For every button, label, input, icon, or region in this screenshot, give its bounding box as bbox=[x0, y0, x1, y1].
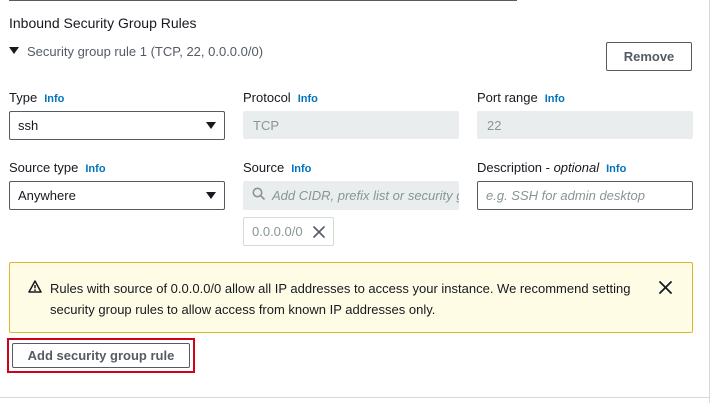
description-info-link[interactable]: Info bbox=[606, 163, 626, 175]
port-range-label-text: Port range bbox=[477, 90, 538, 105]
source-search-input[interactable]: Add CIDR, prefix list or security g bbox=[243, 181, 459, 210]
type-info-link[interactable]: Info bbox=[44, 93, 64, 105]
right-divider bbox=[709, 0, 710, 403]
source-type-label-text: Source type bbox=[9, 160, 79, 175]
source-token: 0.0.0.0/0 bbox=[243, 217, 334, 246]
source-token-label: 0.0.0.0/0 bbox=[252, 224, 303, 239]
protocol-label-text: Protocol bbox=[243, 90, 291, 105]
rule-header-text: Security group rule 1 (TCP, 22, 0.0.0.0/… bbox=[27, 44, 264, 59]
port-range-label: Port range Info bbox=[477, 90, 565, 105]
source-info-link[interactable]: Info bbox=[291, 163, 311, 175]
close-icon[interactable] bbox=[659, 281, 672, 299]
warning-alert: Rules with source of 0.0.0.0/0 allow all… bbox=[9, 262, 693, 333]
bottom-divider bbox=[0, 397, 709, 398]
source-type-info-link[interactable]: Info bbox=[85, 163, 105, 175]
source-label-text: Source bbox=[243, 160, 285, 175]
port-range-info-link[interactable]: Info bbox=[545, 93, 565, 105]
description-label: Description - optional Info bbox=[477, 160, 626, 175]
port-range-field: 22 bbox=[477, 111, 693, 139]
protocol-info-link[interactable]: Info bbox=[298, 93, 318, 105]
caret-down-icon bbox=[206, 122, 216, 129]
add-rule-highlight: Add security group rule bbox=[7, 338, 195, 373]
section-title: Inbound Security Group Rules bbox=[9, 15, 197, 31]
rule-expander[interactable]: Security group rule 1 (TCP, 22, 0.0.0.0/… bbox=[9, 44, 263, 59]
source-label: Source Info bbox=[243, 160, 311, 175]
source-type-select-value: Anywhere bbox=[18, 188, 76, 203]
type-label: Type Info bbox=[9, 90, 64, 105]
warning-message: Rules with source of 0.0.0.0/0 allow all… bbox=[50, 281, 631, 317]
protocol-label: Protocol Info bbox=[243, 90, 318, 105]
type-label-text: Type bbox=[9, 90, 38, 105]
type-select-value: ssh bbox=[18, 118, 39, 133]
caret-down-icon[interactable] bbox=[9, 47, 19, 54]
close-icon[interactable] bbox=[312, 225, 325, 238]
protocol-field: TCP bbox=[243, 111, 459, 139]
source-search-placeholder: Add CIDR, prefix list or security g bbox=[272, 188, 459, 203]
warning-icon bbox=[28, 280, 42, 298]
source-type-label: Source type Info bbox=[9, 160, 106, 175]
type-select[interactable]: ssh bbox=[9, 111, 225, 140]
protocol-value: TCP bbox=[253, 117, 279, 133]
port-range-value: 22 bbox=[487, 117, 502, 133]
caret-down-icon bbox=[206, 192, 216, 199]
add-security-group-rule-button[interactable]: Add security group rule bbox=[12, 343, 190, 368]
top-divider bbox=[9, 0, 517, 1]
description-input[interactable] bbox=[477, 181, 693, 210]
search-icon bbox=[252, 187, 265, 205]
remove-button[interactable]: Remove bbox=[606, 42, 692, 71]
description-label-text: Description - bbox=[477, 160, 554, 175]
description-optional-text: optional bbox=[553, 160, 600, 175]
source-type-select[interactable]: Anywhere bbox=[9, 181, 225, 210]
